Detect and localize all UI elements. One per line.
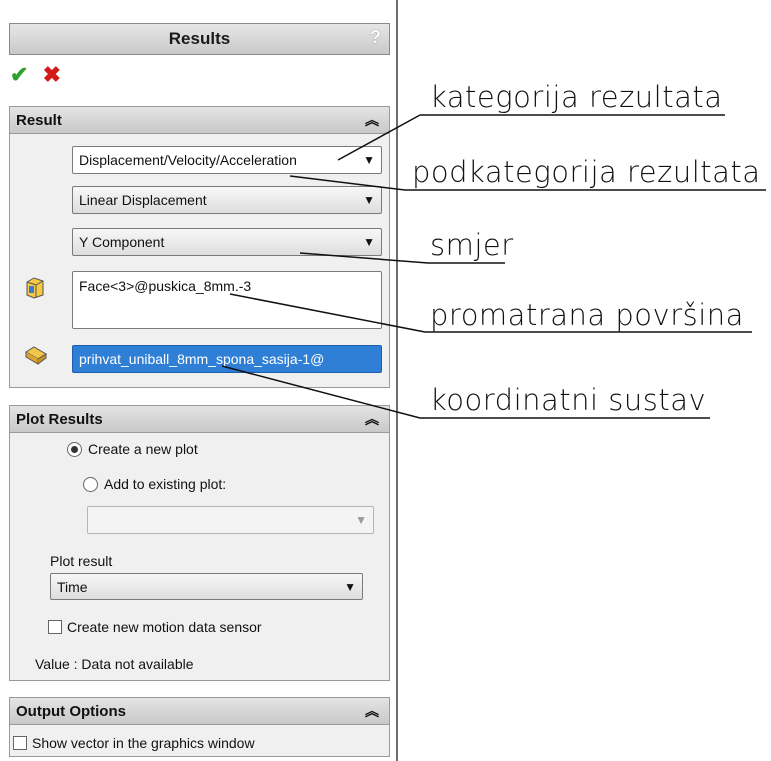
leader-line-category: [337, 114, 725, 161]
annotation-direction: smjer: [430, 228, 514, 262]
annotation-leader-lines: [221, 114, 766, 419]
annotation-surface: promatrana površina: [430, 298, 744, 332]
annotation-subcategory: podkategorija rezultata: [412, 155, 761, 189]
annotation-coordinate-system: koordinatni sustav: [430, 383, 707, 417]
annotation-category: kategorija rezultata: [430, 80, 723, 114]
